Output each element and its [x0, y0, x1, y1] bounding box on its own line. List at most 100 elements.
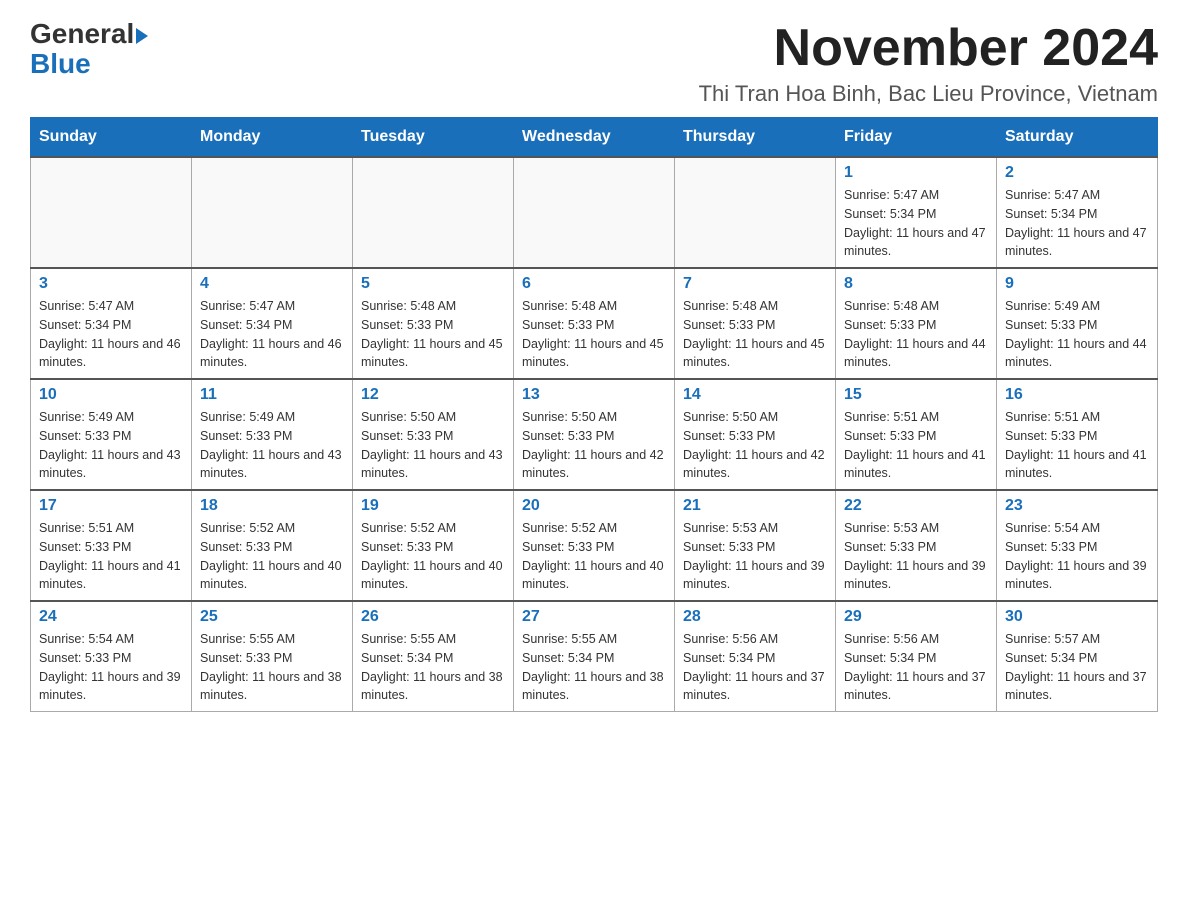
calendar-cell: 30 Sunrise: 5:57 AMSunset: 5:34 PMDayligh… — [997, 601, 1158, 712]
day-info: Sunrise: 5:47 AMSunset: 5:34 PMDaylight:… — [200, 297, 344, 372]
day-number: 24 — [39, 608, 183, 626]
day-info: Sunrise: 5:57 AMSunset: 5:34 PMDaylight:… — [1005, 630, 1149, 705]
day-info: Sunrise: 5:48 AMSunset: 5:33 PMDaylight:… — [522, 297, 666, 372]
day-info: Sunrise: 5:50 AMSunset: 5:33 PMDaylight:… — [361, 408, 505, 483]
calendar-cell: 27Sunrise: 5:55 AMSunset: 5:34 PMDayligh… — [514, 601, 675, 712]
day-info: Sunrise: 5:48 AMSunset: 5:33 PMDaylight:… — [361, 297, 505, 372]
day-info: Sunrise: 5:49 AMSunset: 5:33 PMDaylight:… — [39, 408, 183, 483]
calendar-cell: 18 Sunrise: 5:52 AMSunset: 5:33 PMDayligh… — [192, 490, 353, 601]
day-number: 9 — [1005, 275, 1149, 293]
calendar-week-5: 24 Sunrise: 5:54 AMSunset: 5:33 PMDayligh… — [31, 601, 1158, 712]
logo-general-text: General — [30, 20, 148, 48]
location-title: Thi Tran Hoa Binh, Bac Lieu Province, Vi… — [699, 81, 1158, 107]
calendar-cell: 25 Sunrise: 5:55 AMSunset: 5:33 PMDayligh… — [192, 601, 353, 712]
day-info: Sunrise: 5:55 AMSunset: 5:33 PMDaylight:… — [200, 630, 344, 705]
day-info: Sunrise: 5:47 AMSunset: 5:34 PMDaylight:… — [39, 297, 183, 372]
day-number: 14 — [683, 386, 827, 404]
calendar-cell: 28 Sunrise: 5:56 AMSunset: 5:34 PMDayligh… — [675, 601, 836, 712]
calendar-cell: 22 Sunrise: 5:53 AMSunset: 5:33 PMDayligh… — [836, 490, 997, 601]
calendar-cell: 7 Sunrise: 5:48 AMSunset: 5:33 PMDaylight… — [675, 268, 836, 379]
calendar-cell — [675, 157, 836, 268]
day-info: Sunrise: 5:55 AMSunset: 5:34 PMDaylight:… — [522, 630, 666, 705]
day-number: 29 — [844, 608, 988, 626]
calendar-week-1: 1Sunrise: 5:47 AMSunset: 5:34 PMDaylight… — [31, 157, 1158, 268]
day-info: Sunrise: 5:50 AMSunset: 5:33 PMDaylight:… — [522, 408, 666, 483]
day-info: Sunrise: 5:49 AMSunset: 5:33 PMDaylight:… — [1005, 297, 1149, 372]
logo: General Blue — [30, 20, 148, 78]
calendar-cell — [192, 157, 353, 268]
day-number: 5 — [361, 275, 505, 293]
day-number: 15 — [844, 386, 988, 404]
calendar-cell: 13 Sunrise: 5:50 AMSunset: 5:33 PMDayligh… — [514, 379, 675, 490]
day-number: 18 — [200, 497, 344, 515]
logo-blue-text: Blue — [30, 50, 91, 78]
day-number: 22 — [844, 497, 988, 515]
day-number: 26 — [361, 608, 505, 626]
day-number: 12 — [361, 386, 505, 404]
day-info: Sunrise: 5:53 AMSunset: 5:33 PMDaylight:… — [844, 519, 988, 594]
day-number: 16 — [1005, 386, 1149, 404]
day-number: 13 — [522, 386, 666, 404]
calendar-cell: 19Sunrise: 5:52 AMSunset: 5:33 PMDayligh… — [353, 490, 514, 601]
day-info: Sunrise: 5:51 AMSunset: 5:33 PMDaylight:… — [844, 408, 988, 483]
weekday-header-wednesday: Wednesday — [514, 118, 675, 158]
calendar-week-2: 3 Sunrise: 5:47 AMSunset: 5:34 PMDaylight… — [31, 268, 1158, 379]
calendar-cell: 9 Sunrise: 5:49 AMSunset: 5:33 PMDaylight… — [997, 268, 1158, 379]
day-number: 6 — [522, 275, 666, 293]
day-info: Sunrise: 5:52 AMSunset: 5:33 PMDaylight:… — [361, 519, 505, 594]
calendar-week-4: 17Sunrise: 5:51 AMSunset: 5:33 PMDayligh… — [31, 490, 1158, 601]
weekday-header-sunday: Sunday — [31, 118, 192, 158]
day-info: Sunrise: 5:48 AMSunset: 5:33 PMDaylight:… — [844, 297, 988, 372]
calendar-cell: 6 Sunrise: 5:48 AMSunset: 5:33 PMDaylight… — [514, 268, 675, 379]
weekday-row: SundayMondayTuesdayWednesdayThursdayFrid… — [31, 118, 1158, 158]
day-info: Sunrise: 5:53 AMSunset: 5:33 PMDaylight:… — [683, 519, 827, 594]
weekday-header-friday: Friday — [836, 118, 997, 158]
calendar-cell: 2 Sunrise: 5:47 AMSunset: 5:34 PMDaylight… — [997, 157, 1158, 268]
calendar-cell: 12 Sunrise: 5:50 AMSunset: 5:33 PMDayligh… — [353, 379, 514, 490]
day-number: 28 — [683, 608, 827, 626]
calendar-cell: 3 Sunrise: 5:47 AMSunset: 5:34 PMDaylight… — [31, 268, 192, 379]
calendar-cell: 23 Sunrise: 5:54 AMSunset: 5:33 PMDayligh… — [997, 490, 1158, 601]
day-number: 2 — [1005, 164, 1149, 182]
calendar-cell: 15 Sunrise: 5:51 AMSunset: 5:33 PMDayligh… — [836, 379, 997, 490]
day-number: 3 — [39, 275, 183, 293]
day-info: Sunrise: 5:49 AMSunset: 5:33 PMDaylight:… — [200, 408, 344, 483]
day-info: Sunrise: 5:50 AMSunset: 5:33 PMDaylight:… — [683, 408, 827, 483]
calendar-cell: 1Sunrise: 5:47 AMSunset: 5:34 PMDaylight… — [836, 157, 997, 268]
day-number: 23 — [1005, 497, 1149, 515]
logo-arrow-icon — [136, 28, 148, 44]
calendar-cell: 8 Sunrise: 5:48 AMSunset: 5:33 PMDaylight… — [836, 268, 997, 379]
day-info: Sunrise: 5:52 AMSunset: 5:33 PMDaylight:… — [200, 519, 344, 594]
calendar-cell — [353, 157, 514, 268]
day-info: Sunrise: 5:52 AMSunset: 5:33 PMDaylight:… — [522, 519, 666, 594]
day-number: 30 — [1005, 608, 1149, 626]
weekday-header-saturday: Saturday — [997, 118, 1158, 158]
day-info: Sunrise: 5:56 AMSunset: 5:34 PMDaylight:… — [844, 630, 988, 705]
calendar-cell: 20 Sunrise: 5:52 AMSunset: 5:33 PMDayligh… — [514, 490, 675, 601]
title-area: November 2024 Thi Tran Hoa Binh, Bac Lie… — [699, 20, 1158, 107]
calendar-cell: 21 Sunrise: 5:53 AMSunset: 5:33 PMDayligh… — [675, 490, 836, 601]
calendar-header: SundayMondayTuesdayWednesdayThursdayFrid… — [31, 118, 1158, 158]
day-info: Sunrise: 5:54 AMSunset: 5:33 PMDaylight:… — [39, 630, 183, 705]
calendar-cell: 11Sunrise: 5:49 AMSunset: 5:33 PMDayligh… — [192, 379, 353, 490]
month-title: November 2024 — [699, 20, 1158, 77]
day-number: 8 — [844, 275, 988, 293]
calendar-cell: 10Sunrise: 5:49 AMSunset: 5:33 PMDayligh… — [31, 379, 192, 490]
calendar-cell: 29 Sunrise: 5:56 AMSunset: 5:34 PMDayligh… — [836, 601, 997, 712]
calendar-cell — [514, 157, 675, 268]
day-info: Sunrise: 5:47 AMSunset: 5:34 PMDaylight:… — [1005, 186, 1149, 261]
day-number: 4 — [200, 275, 344, 293]
day-info: Sunrise: 5:48 AMSunset: 5:33 PMDaylight:… — [683, 297, 827, 372]
day-info: Sunrise: 5:55 AMSunset: 5:34 PMDaylight:… — [361, 630, 505, 705]
calendar-cell: 14 Sunrise: 5:50 AMSunset: 5:33 PMDayligh… — [675, 379, 836, 490]
day-info: Sunrise: 5:56 AMSunset: 5:34 PMDaylight:… — [683, 630, 827, 705]
calendar-cell: 24 Sunrise: 5:54 AMSunset: 5:33 PMDayligh… — [31, 601, 192, 712]
day-number: 25 — [200, 608, 344, 626]
calendar-table: SundayMondayTuesdayWednesdayThursdayFrid… — [30, 117, 1158, 712]
day-info: Sunrise: 5:54 AMSunset: 5:33 PMDaylight:… — [1005, 519, 1149, 594]
day-number: 21 — [683, 497, 827, 515]
day-number: 20 — [522, 497, 666, 515]
day-number: 7 — [683, 275, 827, 293]
day-info: Sunrise: 5:47 AMSunset: 5:34 PMDaylight:… — [844, 186, 988, 261]
calendar-cell: 5 Sunrise: 5:48 AMSunset: 5:33 PMDaylight… — [353, 268, 514, 379]
